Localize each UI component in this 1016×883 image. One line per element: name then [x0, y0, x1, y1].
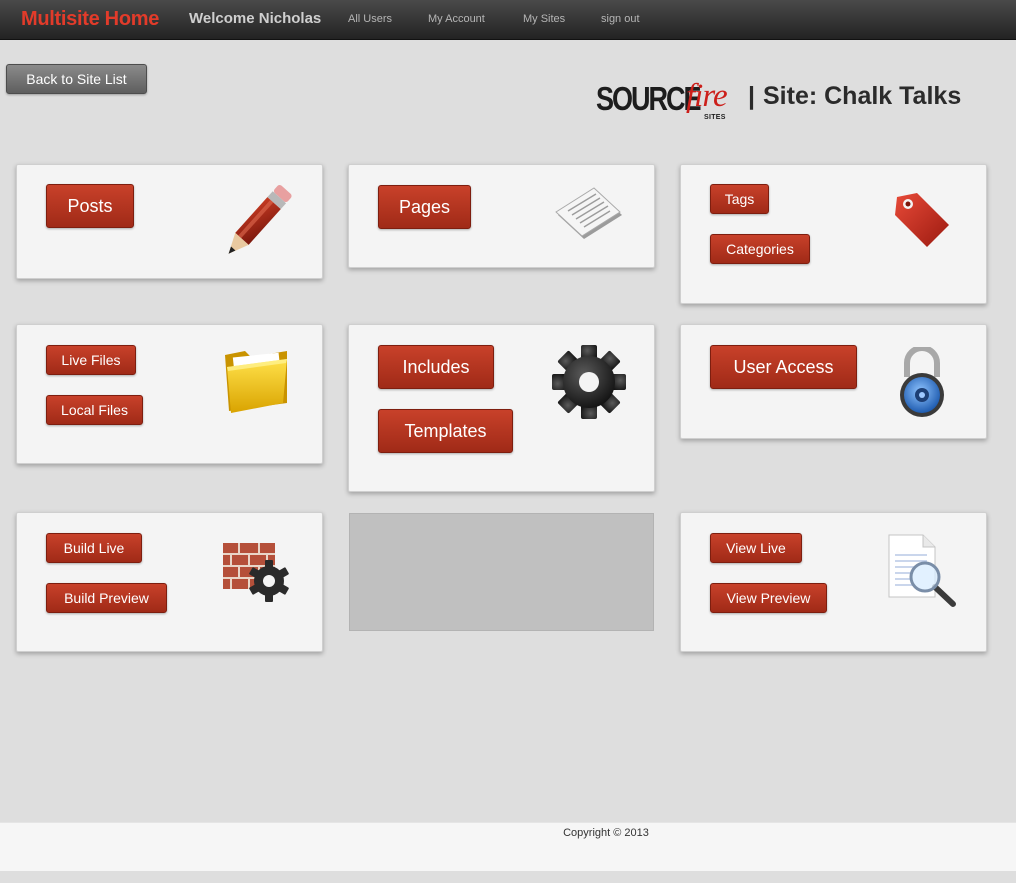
logo-sites-text: SITES — [704, 114, 726, 121]
nav-link-my-sites[interactable]: My Sites — [523, 13, 565, 25]
sourcefire-logo: SOURCE fire SITES — [596, 78, 746, 126]
nav-link-my-account[interactable]: My Account — [428, 13, 485, 25]
tags-button[interactable]: Tags — [710, 184, 769, 214]
includes-button[interactable]: Includes — [378, 345, 494, 389]
empty-card-placeholder — [349, 513, 654, 631]
gear-icon — [552, 345, 626, 419]
local-files-button[interactable]: Local Files — [46, 395, 143, 425]
document-magnifier-icon — [888, 534, 956, 607]
categories-button[interactable]: Categories — [710, 234, 810, 264]
nav-link-sign-out[interactable]: sign out — [601, 13, 640, 25]
copyright-text: Copyright © 2013 — [563, 827, 649, 839]
site-title-label: Site: Chalk Talks — [763, 82, 962, 110]
card-tags: Tags Categories — [680, 164, 987, 304]
top-nav-bar: Multisite Home Welcome Nicholas All User… — [0, 0, 1016, 40]
logo-fire-text: fire — [686, 78, 728, 114]
document-icon — [555, 187, 622, 239]
build-preview-button[interactable]: Build Preview — [46, 583, 167, 613]
card-posts: Posts — [16, 164, 323, 279]
footer: Copyright © 2013 — [0, 822, 1016, 871]
padlock-icon — [900, 347, 944, 417]
view-live-button[interactable]: View Live — [710, 533, 802, 563]
folder-icon — [225, 351, 287, 413]
nav-link-all-users[interactable]: All Users — [348, 13, 392, 25]
pages-button[interactable]: Pages — [378, 185, 471, 229]
user-access-button[interactable]: User Access — [710, 345, 857, 389]
brand-link[interactable]: Multisite Home — [21, 8, 159, 31]
card-includes: Includes Templates — [348, 324, 655, 492]
tag-icon — [895, 193, 949, 247]
build-live-button[interactable]: Build Live — [46, 533, 142, 563]
templates-button[interactable]: Templates — [378, 409, 513, 453]
card-view: View Live View Preview — [680, 512, 987, 652]
view-preview-button[interactable]: View Preview — [710, 583, 827, 613]
card-files: Live Files Local Files — [16, 324, 323, 464]
card-pages: Pages — [348, 164, 655, 268]
card-build: Build Live Build Preview — [16, 512, 323, 652]
site-title: | Site: Chalk Talks — [748, 82, 961, 111]
posts-button[interactable]: Posts — [46, 184, 134, 228]
pencil-icon — [228, 185, 292, 254]
live-files-button[interactable]: Live Files — [46, 345, 136, 375]
back-to-site-list-button[interactable]: Back to Site List — [6, 64, 147, 94]
welcome-text: Welcome Nicholas — [189, 10, 322, 27]
card-user-access: User Access — [680, 324, 987, 439]
site-title-separator: | — [748, 82, 755, 110]
brick-gear-icon — [223, 543, 289, 602]
bottom-strip — [0, 871, 1016, 883]
logo-source-text: SOURCE — [596, 80, 702, 117]
